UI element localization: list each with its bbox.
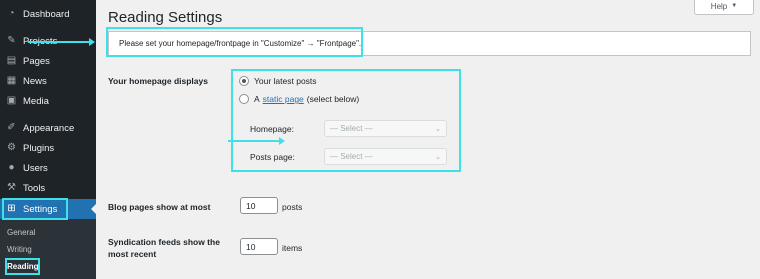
menu-label: Users	[23, 162, 48, 174]
menu-item-dashboard[interactable]: ◔ Dashboard	[0, 4, 96, 24]
notice-text: Please set your homepage/frontpage in "C…	[119, 39, 362, 48]
option-static-suffix: (select below)	[306, 94, 360, 104]
settings-icon: ⊞	[7, 203, 16, 214]
page-title: Reading Settings	[108, 9, 223, 26]
option-latest-label: Your latest posts	[254, 76, 317, 86]
blog-pages-suffix: posts	[282, 202, 303, 212]
menu-item-appearance[interactable]: ✐ Appearance	[0, 118, 96, 138]
pages-icon: ▤	[6, 55, 17, 66]
user-icon: ●	[8, 162, 15, 173]
posts-page-select-label: Posts page:	[250, 152, 295, 162]
static-page-link[interactable]: static page	[263, 94, 304, 104]
blog-pages-label: Blog pages show at most	[108, 202, 211, 212]
feeds-label-line2: most recent	[108, 249, 157, 259]
menu-label: Plugins	[23, 142, 55, 154]
media-icon: ▣	[6, 95, 17, 106]
option-static-page[interactable]: A static page (select below)	[239, 94, 359, 104]
settings-submenu: General Writing Reading	[0, 219, 96, 279]
menu-item-media[interactable]: ▣ Media	[0, 91, 96, 111]
brush-icon: ✐	[7, 122, 16, 133]
notice-banner: Please set your homepage/frontpage in "C…	[108, 31, 751, 56]
help-button[interactable]: Help ▼	[694, 0, 754, 15]
menu-item-pages[interactable]: ▤ Pages	[0, 51, 96, 71]
chevron-down-icon: ⌄	[435, 125, 441, 133]
option-static-prefix: A	[254, 94, 260, 104]
option-latest-posts[interactable]: Your latest posts	[239, 76, 317, 86]
annotation-arrow-head	[89, 38, 95, 46]
submenu-general[interactable]: General	[7, 228, 35, 237]
menu-item-plugins[interactable]: ⚙ Plugins	[0, 138, 96, 158]
posts-page-select[interactable]: — Select — ⌄	[324, 148, 447, 165]
menu-label: Settings	[23, 203, 58, 215]
radio-latest-posts[interactable]	[239, 76, 249, 86]
menu-item-news[interactable]: ▦ News	[0, 71, 96, 91]
chevron-down-icon: ⌄	[435, 153, 441, 161]
feeds-input[interactable]: 10	[240, 238, 278, 255]
annotation-arrow-head	[279, 137, 285, 145]
plugin-icon: ⚙	[7, 142, 16, 153]
feeds-label-line1: Syndication feeds show the	[108, 237, 220, 247]
menu-label: Pages	[23, 55, 50, 67]
menu-item-users[interactable]: ● Users	[0, 158, 96, 178]
feeds-suffix: items	[282, 243, 303, 253]
dashboard-icon: ◔	[8, 8, 15, 19]
menu-item-tools[interactable]: ⚒ Tools	[0, 178, 96, 198]
main-content: Reading Settings Help ▼ Please set your …	[96, 0, 760, 279]
menu-label: Appearance	[23, 122, 75, 134]
posts-page-select-value: — Select —	[330, 152, 373, 161]
blog-pages-input[interactable]: 10	[240, 197, 278, 214]
homepage-select-value: — Select —	[330, 124, 373, 133]
annotation-arrow-line	[228, 140, 280, 142]
menu-label: Dashboard	[23, 8, 70, 20]
help-label: Help	[710, 1, 728, 11]
homepage-select[interactable]: — Select — ⌄	[324, 120, 447, 137]
homepage-displays-label: Your homepage displays	[108, 76, 208, 86]
menu-label: Media	[23, 95, 49, 107]
annotation-arrow-line	[28, 41, 90, 43]
homepage-select-label: Homepage:	[250, 124, 294, 134]
radio-static-page[interactable]	[239, 94, 249, 104]
menu-item-settings[interactable]: ⊞ Settings	[0, 199, 96, 219]
wrench-icon: ⚒	[7, 182, 16, 193]
caret-down-icon: ▼	[731, 3, 738, 9]
pin-icon: ✎	[7, 35, 16, 46]
menu-label: Tools	[23, 182, 46, 194]
submenu-writing[interactable]: Writing	[7, 245, 32, 254]
menu-label: News	[23, 75, 47, 87]
news-icon: ▦	[6, 75, 17, 86]
submenu-reading[interactable]: Reading	[7, 262, 39, 271]
